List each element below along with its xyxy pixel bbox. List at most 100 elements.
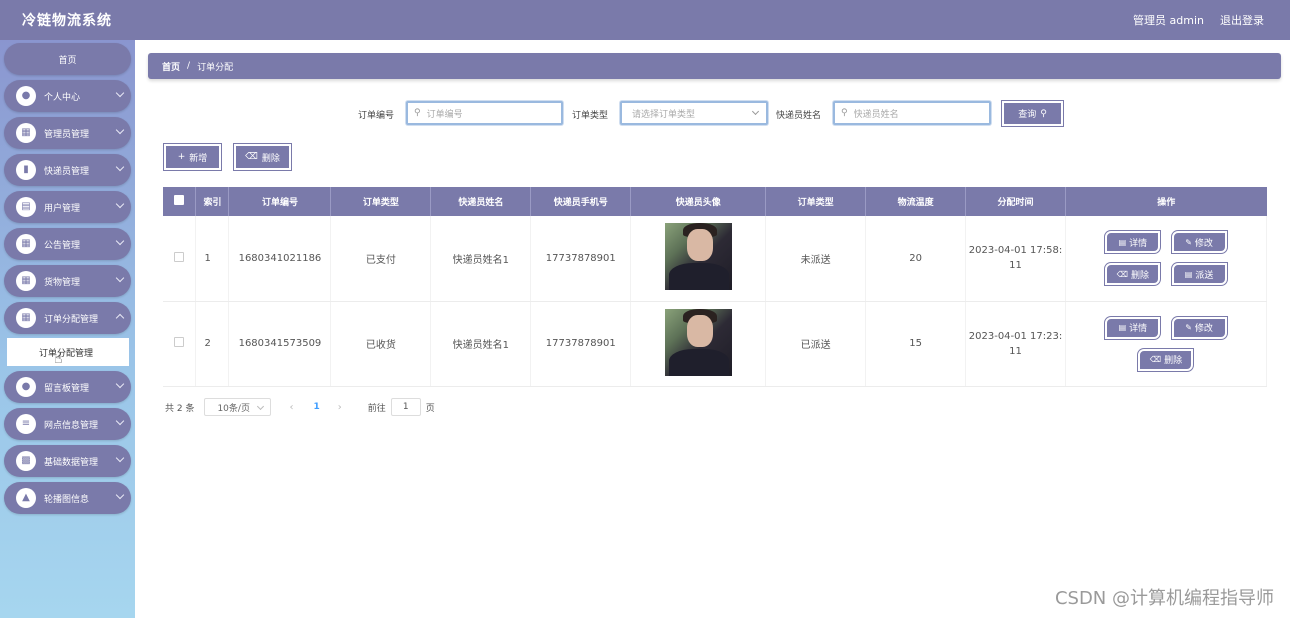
avatar-face <box>686 229 713 262</box>
query-label: 查询 <box>1018 110 1037 120</box>
trash-icon: ⌫ <box>245 152 258 162</box>
cell-assign-time: 2023-04-01 17:58: 11 <box>965 216 1066 302</box>
table-row: 1 1680341021186 已支付 快递员姓名1 17737878901 未… <box>163 216 1268 302</box>
sidebar-item-home[interactable]: 首页 <box>4 43 131 75</box>
cell-order-no: 1680341573509 <box>228 301 332 387</box>
next-page-button[interactable]: › <box>338 402 342 413</box>
goto-suffix: 页 <box>425 403 435 414</box>
dispatch-button[interactable]: ▤ 派送 <box>1171 263 1227 286</box>
cell-courier-phone: 17737878901 <box>530 301 632 387</box>
monitor-icon: ▩ <box>16 451 36 471</box>
courier-name-input[interactable]: ⚲ 快递员姓名 <box>833 101 991 125</box>
sidebar-item-goods-management[interactable]: ▦ 货物管理 <box>4 265 131 297</box>
page-size-select[interactable]: 10条/页 <box>204 398 272 416</box>
sidebar-item-label: 网点信息管理 <box>44 420 99 431</box>
courier-avatar-image[interactable] <box>664 223 732 291</box>
select-all-cell[interactable] <box>163 187 197 216</box>
cell-order-type: 已支付 <box>330 216 432 302</box>
row-select-cell[interactable] <box>163 216 197 302</box>
tablet-icon: ▮ <box>16 160 36 180</box>
sidebar-item-carousel[interactable]: ▲ 轮播图信息 <box>4 482 131 514</box>
edit-label: 修改 <box>1194 324 1213 334</box>
table-header-row: 索引 订单编号 订单类型 快递员姓名 快递员手机号 快递员头像 订单类型 物流温… <box>163 187 1267 216</box>
cell-status: 未派送 <box>765 216 867 302</box>
sliders-icon: ≡ <box>16 414 36 434</box>
column-header: 快递员姓名 <box>430 187 532 216</box>
pagination: 共 2 条 10条/页 ‹ 1 › 前往 1 页 <box>165 398 435 416</box>
trash-icon: ⌫ <box>1149 355 1162 364</box>
column-header: 快递员头像 <box>630 187 767 216</box>
delete-button[interactable]: ⌫ 删除 <box>1105 263 1161 286</box>
edit-button[interactable]: ✎ 修改 <box>1171 316 1227 339</box>
search-bar: 订单编号 ⚲ 订单编号 订单类型 请选择订单类型 快递员姓名 ⚲ 快递员姓名 查… <box>0 101 1290 127</box>
cell-avatar <box>630 216 767 302</box>
dispatch-label: 派送 <box>1195 270 1214 281</box>
sidebar-item-order-assignment[interactable]: ▦ 订单分配管理 <box>4 302 131 334</box>
cell-index: 2 <box>195 301 230 387</box>
goto-page-input[interactable]: 1 <box>390 398 421 416</box>
sidebar-item-user-management[interactable]: ▤ 用户管理 <box>4 191 131 223</box>
delete-label: 删除 <box>261 153 280 164</box>
sidebar-item-notice-management[interactable]: ▦ 公告管理 <box>4 228 131 260</box>
query-button[interactable]: 查询 ⚲ <box>1002 101 1063 126</box>
breadcrumb-separator: / <box>187 61 191 71</box>
cell-courier-name: 快递员姓名1 <box>430 301 532 387</box>
chevron-down-icon <box>115 162 125 172</box>
chart-icon: ▲ <box>16 488 36 508</box>
cell-operations: ▤ 详情 ✎ 修改 ⌫ 删除 <box>1065 301 1268 387</box>
delete-label: 删除 <box>1131 270 1150 281</box>
chevron-down-icon <box>115 490 125 500</box>
sidebar-subitem-order-assignment[interactable]: 订单分配管理 <box>7 338 129 366</box>
cell-index: 1 <box>195 216 230 302</box>
grid-icon: ▦ <box>16 308 36 328</box>
row-checkbox[interactable] <box>174 337 185 347</box>
sidebar-item-label: 用户管理 <box>44 203 81 214</box>
courier-avatar-image[interactable] <box>664 308 732 376</box>
column-header: 订单编号 <box>228 187 332 216</box>
sidebar-item-label: 管理员管理 <box>44 129 90 140</box>
order-type-placeholder: 请选择订单类型 <box>632 109 696 120</box>
sidebar-item-label: 订单分配管理 <box>44 314 99 325</box>
chevron-down-icon <box>115 88 125 98</box>
add-button[interactable]: + 新增 <box>164 144 221 170</box>
hand-cursor-icon: ☝ <box>54 351 63 367</box>
detail-button[interactable]: ▤ 详情 <box>1105 231 1161 254</box>
trash-icon: ⌫ <box>1116 269 1129 279</box>
app-title: 冷链物流系统 <box>22 13 112 29</box>
detail-label: 详情 <box>1129 238 1148 249</box>
cell-status: 已派送 <box>765 301 867 387</box>
sidebar-item-message-board[interactable]: ● 留言板管理 <box>4 371 131 403</box>
logout-button[interactable]: 退出登录 <box>1220 12 1264 28</box>
chevron-down-icon <box>115 416 125 426</box>
order-no-input[interactable]: ⚲ 订单编号 <box>406 101 563 125</box>
sidebar-item-outlet-info[interactable]: ≡ 网点信息管理 <box>4 408 131 440</box>
select-all-checkbox[interactable] <box>174 195 185 205</box>
admin-label[interactable]: 管理员 admin <box>1133 12 1204 28</box>
page-number-current[interactable]: 1 <box>313 402 319 412</box>
prev-page-button[interactable]: ‹ <box>289 402 293 413</box>
sidebar-item-base-data[interactable]: ▩ 基础数据管理 <box>4 445 131 477</box>
delete-button[interactable]: ⌫ 删除 <box>1138 348 1194 371</box>
edit-button[interactable]: ✎ 修改 <box>1171 231 1227 254</box>
sidebar-item-label: 轮播图信息 <box>44 494 90 505</box>
cell-avatar <box>630 301 767 387</box>
add-label: 新增 <box>189 153 208 164</box>
top-bar: 冷链物流系统 管理员 admin 退出登录 <box>0 0 1290 40</box>
courier-name-placeholder: 快递员姓名 <box>853 109 899 120</box>
breadcrumb-home[interactable]: 首页 <box>162 60 180 73</box>
sidebar-item-courier-management[interactable]: ▮ 快递员管理 <box>4 154 131 186</box>
column-header: 订单类型 <box>765 187 867 216</box>
assign-time-line1: 2023-04-01 17:58: <box>968 245 1063 257</box>
watermark: CSDN @计算机编程指导师 <box>1054 588 1274 609</box>
order-type-select[interactable]: 请选择订单类型 <box>620 101 768 125</box>
chevron-down-icon <box>115 379 125 389</box>
chevron-down-icon <box>751 107 760 116</box>
column-header: 分配时间 <box>965 187 1066 216</box>
edit-label: 修改 <box>1194 238 1213 249</box>
search-icon: ⚲ <box>1040 108 1047 119</box>
row-checkbox[interactable] <box>174 251 185 262</box>
row-select-cell[interactable] <box>163 301 197 387</box>
batch-delete-button[interactable]: ⌫ 删除 <box>234 144 291 170</box>
chevron-down-icon <box>115 236 125 246</box>
detail-button[interactable]: ▤ 详情 <box>1105 316 1161 339</box>
